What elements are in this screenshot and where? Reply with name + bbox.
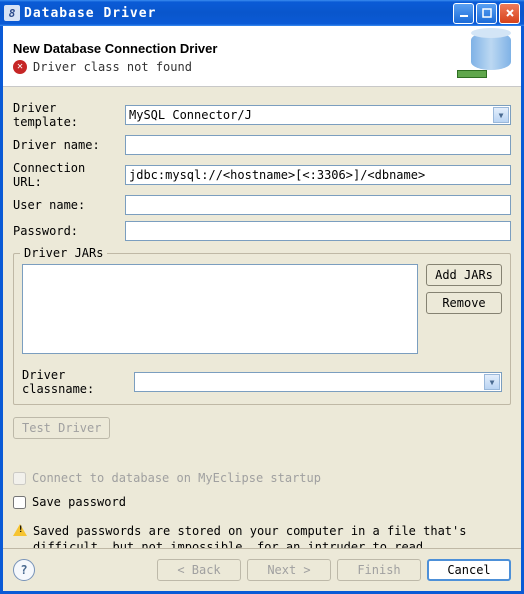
minimize-button[interactable] — [453, 3, 474, 24]
driver-classname-label: Driver classname: — [22, 368, 130, 396]
driver-jars-legend: Driver JARs — [20, 246, 107, 260]
help-button[interactable]: ? — [13, 559, 35, 581]
finish-button: Finish — [337, 559, 421, 581]
close-button[interactable] — [499, 3, 520, 24]
save-password-row[interactable]: Save password — [13, 493, 511, 511]
warning-icon — [13, 523, 27, 537]
password-input[interactable] — [125, 221, 511, 241]
user-name-input[interactable] — [125, 195, 511, 215]
remove-jar-button[interactable]: Remove — [426, 292, 502, 314]
maximize-icon — [482, 8, 492, 18]
driver-name-label: Driver name: — [13, 138, 121, 152]
connect-startup-label: Connect to database on MyEclipse startup — [32, 471, 321, 485]
window-title: Database Driver — [24, 6, 453, 21]
back-button: < Back — [157, 559, 241, 581]
test-driver-button: Test Driver — [13, 417, 110, 439]
driver-template-label: Driver template: — [13, 101, 121, 129]
close-icon — [505, 8, 515, 18]
footer: ? < Back Next > Finish Cancel — [3, 548, 521, 591]
app-icon: 8 — [4, 5, 20, 21]
maximize-button[interactable] — [476, 3, 497, 24]
error-message: Driver class not found — [33, 60, 192, 74]
driver-classname-combo[interactable]: ▼ — [134, 372, 502, 392]
error-icon: ✕ — [13, 60, 27, 74]
connection-url-input[interactable] — [125, 165, 511, 185]
database-graphic — [455, 34, 511, 80]
driver-template-combo[interactable]: MySQL Connector/J ▼ — [125, 105, 511, 125]
next-button: Next > — [247, 559, 331, 581]
chevron-down-icon: ▼ — [493, 107, 509, 123]
driver-jars-list[interactable] — [22, 264, 418, 354]
chevron-down-icon: ▼ — [484, 374, 500, 390]
save-password-checkbox[interactable] — [13, 496, 26, 509]
titlebar: 8 Database Driver — [0, 0, 524, 26]
cancel-button[interactable]: Cancel — [427, 559, 511, 581]
connect-startup-row: Connect to database on MyEclipse startup — [13, 469, 511, 487]
user-name-label: User name: — [13, 198, 121, 212]
help-icon: ? — [20, 563, 27, 577]
save-password-label: Save password — [32, 495, 126, 509]
page-title: New Database Connection Driver — [13, 41, 455, 56]
header-panel: New Database Connection Driver ✕ Driver … — [3, 26, 521, 87]
minimize-icon — [459, 8, 469, 18]
connect-startup-checkbox — [13, 472, 26, 485]
add-jars-button[interactable]: Add JARs — [426, 264, 502, 286]
driver-name-input[interactable] — [125, 135, 511, 155]
warning-text: Saved passwords are stored on your compu… — [33, 523, 511, 548]
driver-jars-group: Driver JARs Add JARs Remove Driver class… — [13, 253, 511, 405]
password-label: Password: — [13, 224, 121, 238]
driver-template-value: MySQL Connector/J — [129, 108, 252, 122]
connection-url-label: Connection URL: — [13, 161, 121, 189]
